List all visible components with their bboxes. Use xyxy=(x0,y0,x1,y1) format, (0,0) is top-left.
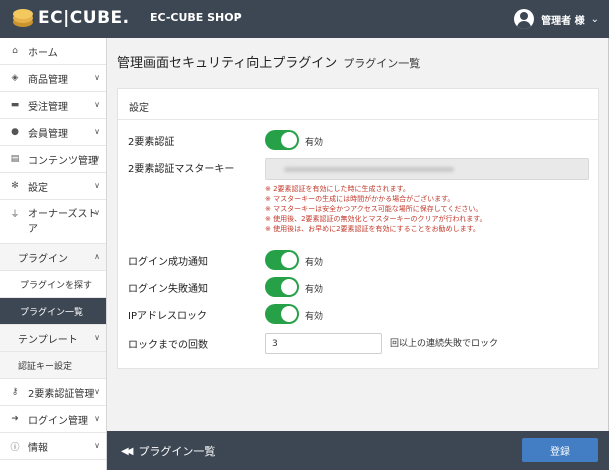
user-menu[interactable]: 管理者 様 ⌄ xyxy=(514,9,599,29)
footer-bar: ◀◀ プラグイン一覧 登録 xyxy=(107,431,609,470)
file-icon: ▤ xyxy=(10,154,20,164)
login-fail-toggle[interactable] xyxy=(265,277,299,297)
sidebar-item-home[interactable]: ⌂ ホーム xyxy=(0,38,106,65)
chevron-down-icon: ∨ xyxy=(94,414,100,423)
info-icon: ⓘ xyxy=(10,442,20,453)
sidebar-item-label: プラグインを探す xyxy=(20,280,93,291)
master-key-field xyxy=(265,158,589,180)
back-label: プラグイン一覧 xyxy=(138,445,216,458)
chevron-right-icon[interactable]: › xyxy=(236,9,241,24)
sidebar-item-members[interactable]: ● 会員管理 ∨ xyxy=(0,119,106,146)
chevron-down-icon: ∨ xyxy=(94,333,100,342)
page-subtitle: プラグイン一覧 xyxy=(343,57,421,70)
chevron-down-icon: ∨ xyxy=(94,73,100,82)
sidebar-item-settings[interactable]: ✻ 設定 ∨ xyxy=(0,173,106,200)
cart-icon: ▬ xyxy=(10,100,20,110)
sidebar-item-two-factor[interactable]: ⚷ 2要素認証管理 ∨ xyxy=(0,379,106,406)
sidebar-item-contents[interactable]: ▤ コンテンツ管理 ∨ xyxy=(0,146,106,173)
login-fail-state: 有効 xyxy=(305,285,324,295)
chevron-down-icon: ∨ xyxy=(94,154,100,163)
chevron-down-icon: ∨ xyxy=(94,100,100,109)
logo-text: EC|CUBE. xyxy=(38,8,130,28)
login-fail-label: ログイン失敗通知 xyxy=(128,284,208,295)
two-factor-label: 2要素認証 xyxy=(128,137,175,148)
page-title: 管理画面セキュリティ向上プラグイン プラグイン一覧 xyxy=(117,52,420,71)
two-factor-state: 有効 xyxy=(305,138,324,148)
sidebar-item-info[interactable]: ⓘ 情報 ∨ xyxy=(0,433,106,460)
sidebar-item-find-plugin[interactable]: プラグインを探す xyxy=(0,271,106,298)
users-icon: ● xyxy=(11,127,19,137)
home-icon: ⌂ xyxy=(12,46,18,56)
note-line: ※ マスターキーの生成には時間がかかる場合がございます。 xyxy=(265,195,455,203)
sidebar: ⌂ ホーム ◈ 商品管理 ∨ ▬ 受注管理 ∨ ● 会員管理 ∨ ▤ コンテンツ… xyxy=(0,38,107,470)
eccube-logo[interactable]: EC|CUBE. xyxy=(12,7,130,29)
ip-lock-toggle[interactable] xyxy=(265,304,299,324)
login-success-toggle[interactable] xyxy=(265,250,299,270)
user-avatar-icon xyxy=(514,9,535,29)
sidebar-item-label: ホーム xyxy=(28,47,58,59)
sidebar-item-template[interactable]: テンプレート ∨ xyxy=(0,325,106,352)
master-key-notes: ※ 2要素認証を有効にした時に生成されます。 ※ マスターキーの生成には時間がか… xyxy=(265,184,595,234)
sidebar-item-login[interactable]: ➜ ログイン管理 ∨ xyxy=(0,406,106,433)
logo-coin-icon xyxy=(13,9,33,27)
sign-in-icon: ➜ xyxy=(11,414,19,424)
login-success-label: ログイン成功通知 xyxy=(128,257,208,268)
chevron-down-icon: ∨ xyxy=(94,127,100,136)
lock-count-label: ロックまでの回数 xyxy=(128,340,208,351)
login-success-state: 有効 xyxy=(305,258,324,268)
page-title-main: 管理画面セキュリティ向上プラグイン xyxy=(117,56,338,71)
sidebar-item-label: テンプレート xyxy=(18,334,78,346)
masked-key-value xyxy=(284,167,454,172)
key-icon: ⚷ xyxy=(11,387,19,397)
lock-count-suffix: 回以上の連続失敗でロック xyxy=(390,339,499,349)
double-chevron-left-icon: ◀◀ xyxy=(121,445,134,457)
note-line: ※ 2要素認証を有効にした時に生成されます。 xyxy=(265,185,410,193)
save-button[interactable]: 登録 xyxy=(522,438,598,462)
sidebar-item-plugin-list[interactable]: プラグイン一覧 xyxy=(0,298,106,325)
plug-icon: ⏚ xyxy=(10,210,20,220)
two-factor-toggle[interactable] xyxy=(265,130,299,150)
lock-count-input[interactable] xyxy=(265,333,382,354)
user-name: 管理者 様 xyxy=(541,15,585,27)
master-key-label: 2要素認証マスターキー xyxy=(128,164,235,175)
chevron-down-icon: ∨ xyxy=(94,441,100,450)
back-to-plugin-list-link[interactable]: ◀◀ プラグイン一覧 xyxy=(121,443,215,459)
cube-icon: ◈ xyxy=(11,73,19,83)
ip-lock-label: IPアドレスロック xyxy=(128,311,207,322)
top-header: EC|CUBE. EC-CUBE SHOP › 管理者 様 ⌄ xyxy=(0,0,609,38)
chevron-down-icon: ∨ xyxy=(94,208,100,217)
sidebar-item-label: 認証キー設定 xyxy=(18,361,73,372)
note-line: ※ 使用後は、お早めに2要素認証を有効にすることをお勧めします。 xyxy=(265,225,480,233)
note-line: ※ マスターキーは安全かつアクセス可能な場所に保存してください。 xyxy=(265,205,483,213)
ip-lock-state: 有効 xyxy=(305,312,324,322)
sidebar-item-products[interactable]: ◈ 商品管理 ∨ xyxy=(0,65,106,92)
chevron-down-icon: ⌄ xyxy=(590,13,599,25)
sidebar-item-label: プラグイン xyxy=(18,253,68,265)
note-line: ※ 使用後、2要素認証の無効化とマスターキーのクリアが行われます。 xyxy=(265,215,487,223)
shop-name-link[interactable]: EC-CUBE SHOP xyxy=(150,11,242,24)
gear-icon: ✻ xyxy=(11,181,19,191)
sidebar-item-auth-key[interactable]: 認証キー設定 xyxy=(0,352,106,379)
sidebar-item-plugin[interactable]: プラグイン ∧ xyxy=(0,244,106,271)
sidebar-item-owners-store[interactable]: ⏚ オーナーズストア ∨ xyxy=(0,200,106,244)
chevron-down-icon: ∨ xyxy=(94,181,100,190)
sidebar-item-orders[interactable]: ▬ 受注管理 ∨ xyxy=(0,92,106,119)
chevron-up-icon: ∧ xyxy=(94,252,100,261)
sidebar-item-label: プラグイン一覧 xyxy=(20,307,84,318)
chevron-down-icon: ∨ xyxy=(94,387,100,396)
card-header: 設定 xyxy=(118,89,598,120)
